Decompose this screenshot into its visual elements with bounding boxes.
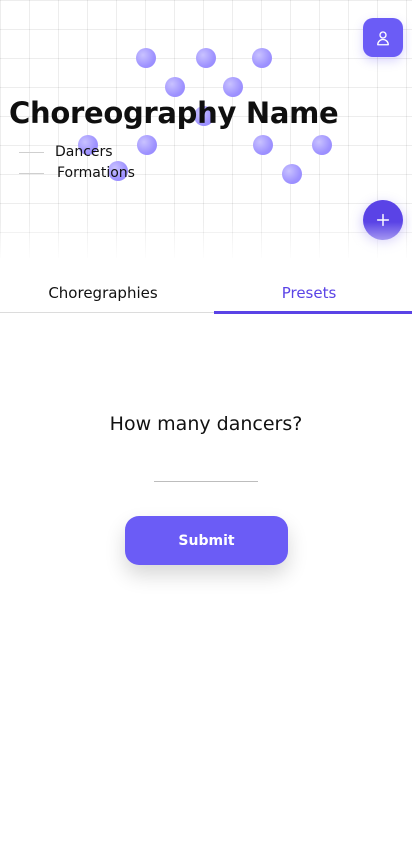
tab-bar: Choregraphies Presets (0, 272, 412, 314)
dancer-marker[interactable] (137, 135, 157, 155)
user-icon (377, 30, 389, 45)
plus-icon (376, 213, 390, 227)
choreography-title: Choreography Name (9, 96, 339, 130)
submit-button[interactable]: Submit (125, 516, 288, 565)
legend-line (19, 151, 44, 153)
tab-choregraphies[interactable]: Choregraphies (0, 272, 206, 312)
legend-dancers: Dancers (19, 144, 113, 160)
dancer-count-input[interactable] (154, 458, 258, 482)
legend-line (19, 172, 44, 174)
legend-formations-label: Formations (57, 165, 135, 181)
profile-button[interactable] (363, 18, 403, 57)
dancer-marker[interactable] (223, 77, 243, 97)
legend-formations: Formations (19, 165, 135, 181)
legend-dancers-label: Dancers (55, 144, 113, 160)
app-screen: Choreography Name Dancers Formations Cho… (0, 0, 412, 847)
dancer-marker[interactable] (136, 48, 156, 68)
dancer-marker[interactable] (282, 164, 302, 184)
tab-presets[interactable]: Presets (206, 272, 412, 314)
add-button[interactable] (363, 200, 403, 240)
dancer-marker[interactable] (252, 48, 272, 68)
dancer-marker[interactable] (165, 77, 185, 97)
stage-grid: Choreography Name Dancers Formations (0, 0, 412, 258)
dancer-marker[interactable] (312, 135, 332, 155)
dancer-marker[interactable] (196, 48, 216, 68)
dancer-count-question: How many dancers? (109, 413, 303, 435)
dancer-marker[interactable] (253, 135, 273, 155)
